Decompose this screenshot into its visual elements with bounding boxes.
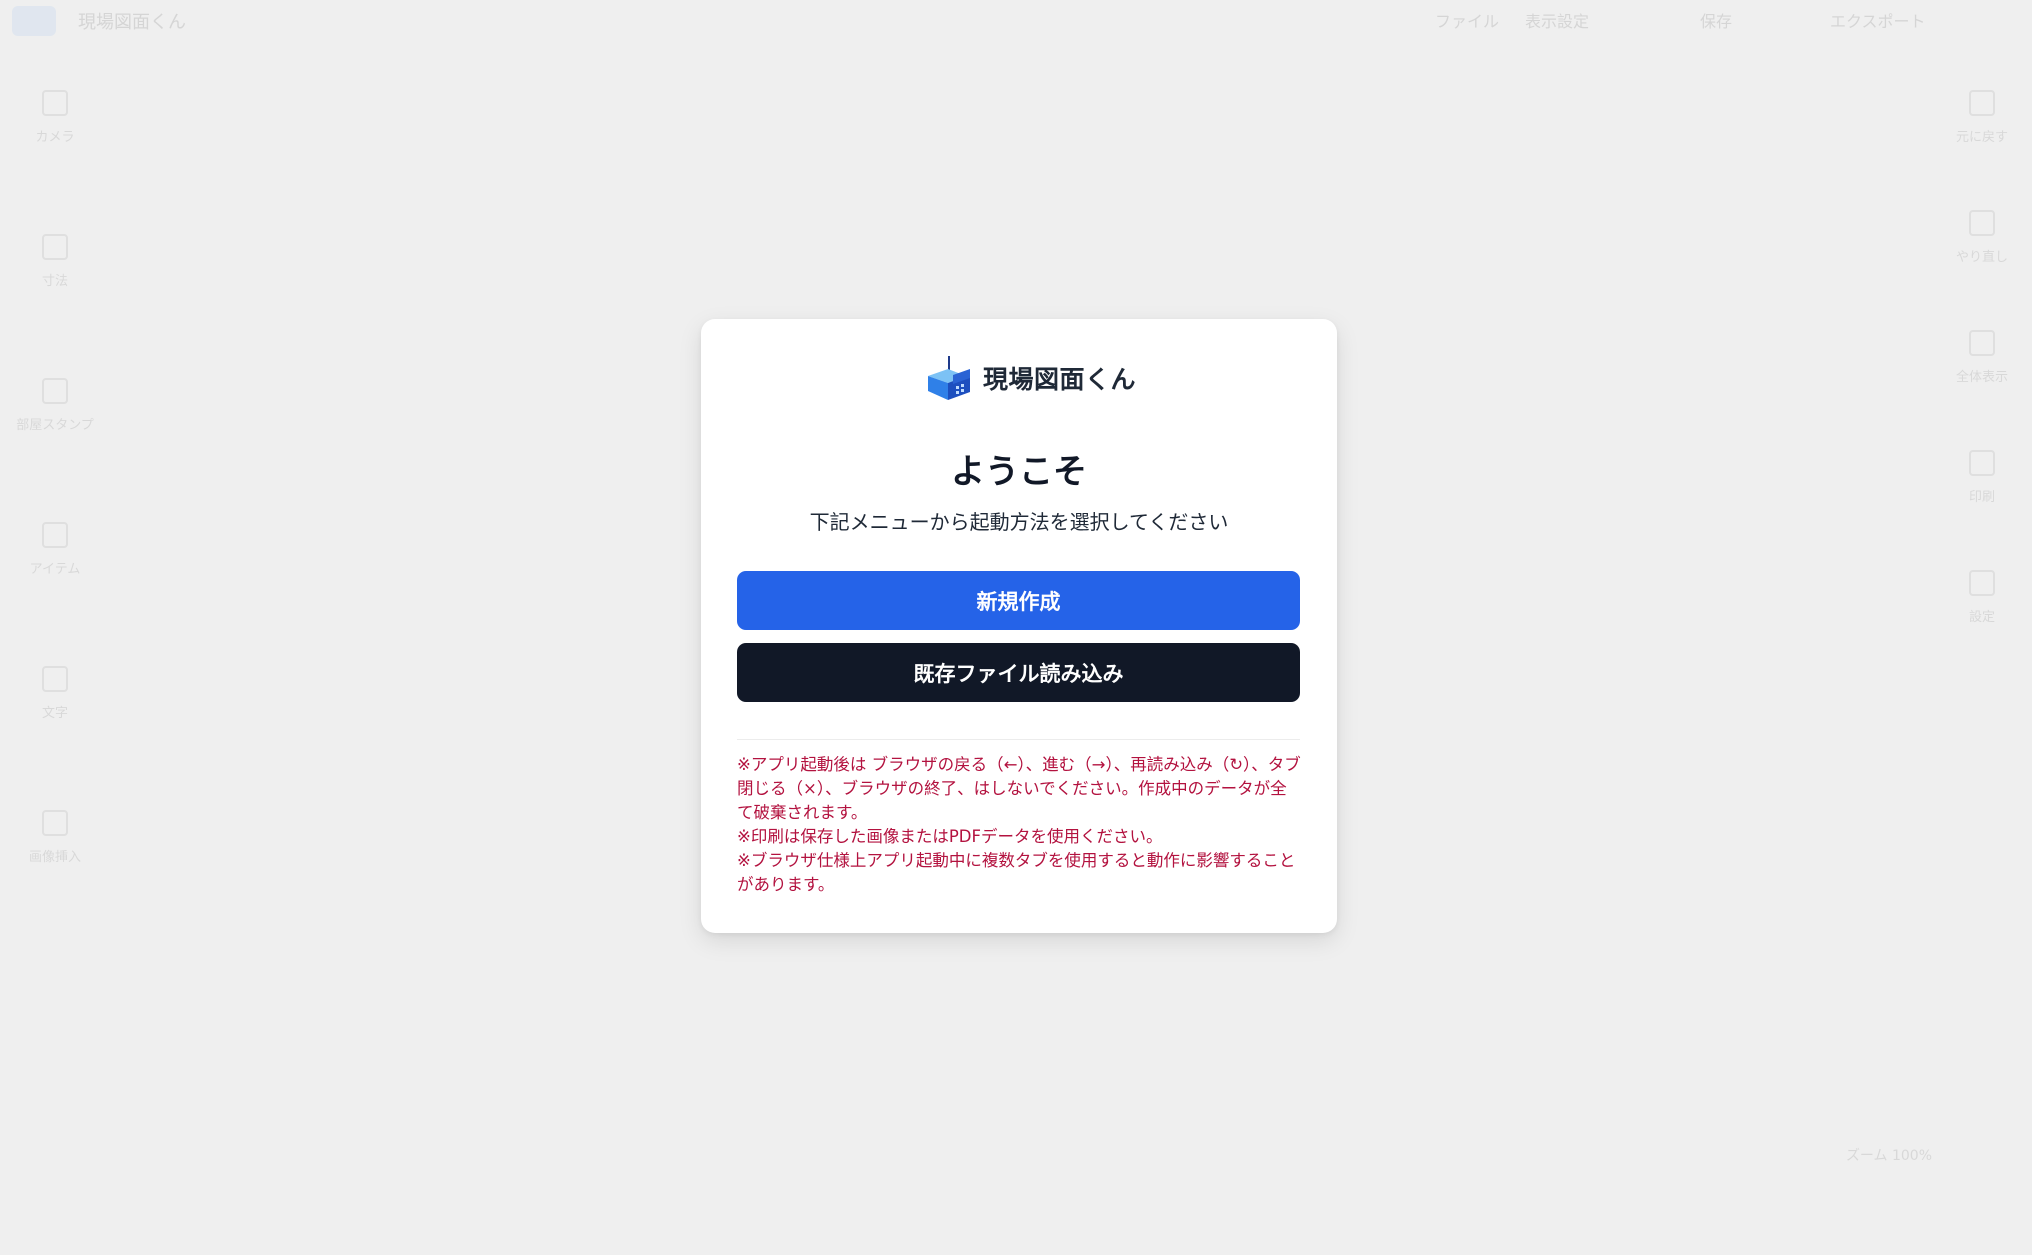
tool-print[interactable]: 印刷 [1932,450,2032,505]
image-icon [42,810,68,836]
note-print: ※印刷は保存した画像またはPDFデータを使用ください。 [737,827,1163,846]
text-icon [42,666,68,692]
brand: 現場図面くん [926,354,1136,402]
note-browser-navigation: ※アプリ起動後は ブラウザの戻る（←）、進む（→）、再読み込み（↻）、タブ閉じる… [737,755,1301,822]
welcome-title: ようこそ [951,452,1087,492]
menu-display-settings[interactable]: 表示設定 [1525,8,1589,32]
tool-settings[interactable]: 設定 [1932,570,2032,625]
tool-text[interactable]: 文字 [0,666,110,721]
print-icon [1969,450,1995,476]
menu-save[interactable]: 保存 [1700,8,1732,32]
welcome-subtitle: 下記メニューから起動方法を選択してください [809,510,1229,534]
redo-icon [1969,210,1995,236]
menu-export[interactable]: エクスポート [1830,8,1926,32]
undo-icon [1969,90,1995,116]
item-icon [42,522,68,548]
open-file-button[interactable]: 既存ファイル読み込み [737,643,1300,702]
warning-notes: ※アプリ起動後は ブラウザの戻る（←）、進む（→）、再読み込み（↻）、タブ閉じる… [737,753,1303,897]
tool-camera[interactable]: カメラ [0,90,110,145]
fit-icon [1969,330,1995,356]
note-multiple-tabs: ※ブラウザ仕様上アプリ起動中に複数タブを使用すると動作に影響することがあります。 [737,851,1296,894]
tool-room-stamp[interactable]: 部屋スタンプ [0,378,110,433]
ruler-icon [42,234,68,260]
welcome-dialog: 現場図面くん ようこそ 下記メニューから起動方法を選択してください 新規作成 既… [701,319,1337,933]
gear-icon [1969,570,1995,596]
camera-icon [42,90,68,116]
tool-undo[interactable]: 元に戻す [1932,90,2032,145]
app-logo-icon [12,6,56,36]
stamp-icon [42,378,68,404]
app-name: 現場図面くん [78,12,186,33]
tool-fit[interactable]: 全体表示 [1932,330,2032,385]
top-bar: 現場図面くん ファイル 表示設定 保存 エクスポート [0,0,2032,38]
menu-file[interactable]: ファイル [1435,8,1499,32]
tool-redo[interactable]: やり直し [1932,210,2032,265]
tool-item[interactable]: アイテム [0,522,110,577]
divider [737,739,1300,740]
brand-name: 現場図面くん [983,365,1137,394]
new-project-button[interactable]: 新規作成 [737,571,1300,630]
tool-dimension[interactable]: 寸法 [0,234,110,289]
app-logo-icon [928,356,970,400]
zoom-indicator: ズーム 100% [1845,1148,1932,1164]
tool-image-insert[interactable]: 画像挿入 [0,810,110,865]
